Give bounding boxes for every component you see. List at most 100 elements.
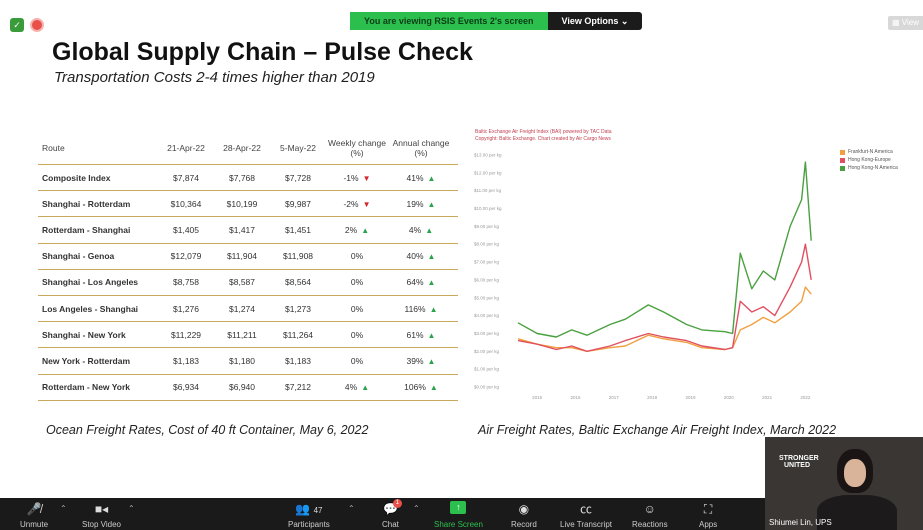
y-tick-label: $8.00 per kg [474,242,500,247]
y-tick-label: $12.00 per kg [474,170,502,175]
annual-change-cell-value: 106% [404,382,426,393]
meeting-toolbar: 🎤̸ Unmute ⌃ ■◂ Stop Video ⌃ 👥 47 Partici… [0,498,765,530]
apps-icon: ⛶ [703,502,713,516]
caption-ocean: Ocean Freight Rates, Cost of 40 ft Conta… [46,423,369,437]
weekly-change-cell-value: -2% [343,198,359,209]
brand-logo: STRONGER UNITED [779,455,819,469]
chat-caret[interactable]: ⌃ [413,504,420,513]
reactions-label: Reactions [632,520,668,529]
legend-label: Hong Kong-Europe [848,157,891,163]
route-cell: Los Angeles - Shanghai [42,303,139,314]
annual-change-cell-value: 40% [406,251,424,262]
unmute-button[interactable]: 🎤̸ Unmute [20,501,48,529]
participants-icon: 👥 47 [295,502,323,516]
annual-change-cell: 106% ▲ [388,382,454,392]
up-arrow-icon: ▲ [425,225,434,235]
annual-change-cell: 40% ▲ [388,251,454,261]
ocean-freight-table: Route 21-Apr-22 28-Apr-22 5-May-22 Weekl… [38,132,458,401]
weekly-change-cell-value: 4% [344,382,358,393]
record-button[interactable]: ◉ Record [511,501,537,529]
price-cell: $11,229 [170,329,202,340]
annual-change-cell: 41% ▲ [388,173,454,183]
route-cell: New York - Rotterdam [42,355,131,366]
y-tick-label: $1.00 per kg [474,367,500,372]
chat-icon: 💬 1 [383,499,402,517]
y-tick-label: $4.00 per kg [474,313,500,318]
slide-subtitle: Transportation Costs 2-4 times higher th… [54,69,375,86]
legend-item: Hong Kong-Europe [840,157,898,163]
price-cell: $1,405 [173,224,199,235]
video-options-caret[interactable]: ⌃ [128,504,135,513]
annual-change-cell: 4% ▲ [388,225,454,235]
y-tick-label: $13.00 per kg [474,153,502,158]
header-annual: Annual change (%) [392,137,450,158]
chart-legend: Frankfurt-N America Hong Kong-Europe Hong … [840,149,898,173]
annual-change-cell: 19% ▲ [388,199,454,209]
camera-icon: ■◂ [94,502,109,516]
stop-video-label: Stop Video [82,520,121,529]
legend-label: Hong Kong-N America [848,165,898,171]
series-line [517,243,812,353]
up-arrow-icon: ▲ [427,330,436,340]
annual-change-cell: 39% ▲ [388,356,454,366]
meeting-status-icons: ✓ [10,18,44,32]
y-tick-label: $7.00 per kg [474,260,500,265]
up-arrow-icon: ▲ [427,252,436,262]
series-line [517,161,812,338]
participants-button[interactable]: 👥 47 Participants [288,501,330,529]
route-cell: Shanghai - New York [42,329,126,340]
up-arrow-icon: ▲ [427,173,436,183]
chat-button[interactable]: 💬 1 Chat [382,499,402,529]
price-cell: $11,904 [226,251,258,262]
shield-icon[interactable]: ✓ [10,18,24,32]
down-arrow-icon: ▼ [362,173,371,183]
stop-video-button[interactable]: ■◂ Stop Video [82,501,121,529]
y-tick-label: $2.00 per kg [474,349,500,354]
view-options-button[interactable]: View Options ⌄ [547,12,643,30]
price-cell: $8,758 [173,277,199,288]
x-tick-label: 2017 [609,395,620,400]
table-row: Shanghai - Los Angeles $8,758 $8,587 $8,564… [38,270,458,296]
speaker-video[interactable]: STRONGER UNITED Shiumei Lin, UPS [765,437,923,530]
apps-button[interactable]: ⛶ Apps [699,501,717,529]
series-line [517,286,812,353]
price-cell: $10,364 [170,198,202,209]
price-cell: $1,417 [229,224,255,235]
x-tick-label: 2021 [762,395,773,400]
annual-change-cell-value: 41% [406,172,424,183]
down-arrow-icon: ▼ [362,199,371,209]
speaker-face [844,459,866,487]
annual-change-cell-value: 61% [406,329,424,340]
audio-options-caret[interactable]: ⌃ [60,504,67,513]
annual-change-cell: 64% ▲ [388,277,454,287]
weekly-change-cell: 0% [326,330,388,340]
air-freight-chart: Baltic Exchange Air Freight Index (BAI) … [470,125,910,405]
table-row: Shanghai - New York $11,229 $11,211 $11,264… [38,322,458,349]
annual-change-cell: 116% ▲ [388,304,454,314]
cc-icon: ㏄ [580,502,593,516]
annual-change-cell-value: 39% [406,355,424,366]
legend-swatch [840,149,845,155]
participants-caret[interactable]: ⌃ [348,504,355,513]
table-header: Route 21-Apr-22 28-Apr-22 5-May-22 Weekl… [38,132,458,165]
share-screen-button[interactable]: ↑ Share Screen [434,501,483,529]
up-arrow-icon: ▲ [361,383,370,393]
weekly-change-cell: 2% ▲ [326,225,388,235]
reactions-button[interactable]: ☺ Reactions [632,501,668,529]
mic-muted-icon: 🎤̸ [26,502,42,516]
table-row: Rotterdam - Shanghai $1,405 $1,417 $1,451 2%… [38,217,458,244]
live-transcript-button[interactable]: ㏄ Live Transcript [560,501,612,529]
up-arrow-icon: ▲ [429,304,438,314]
view-button-label: View [901,18,919,27]
route-cell: Rotterdam - New York [42,382,131,393]
weekly-change-cell-value: 0% [350,251,364,262]
price-cell: $6,934 [173,382,199,393]
view-button[interactable]: ▦ View [888,16,923,30]
chat-badge: 1 [392,499,402,508]
weekly-change-cell: 0% [326,251,388,261]
x-tick-label: 2020 [724,395,735,400]
table-row: Rotterdam - New York $6,934 $6,940 $7,212 4%… [38,375,458,401]
y-tick-label: $0.00 per kg [474,385,500,390]
x-tick-label: 2022 [800,395,811,400]
x-tick-label: 2019 [685,395,696,400]
